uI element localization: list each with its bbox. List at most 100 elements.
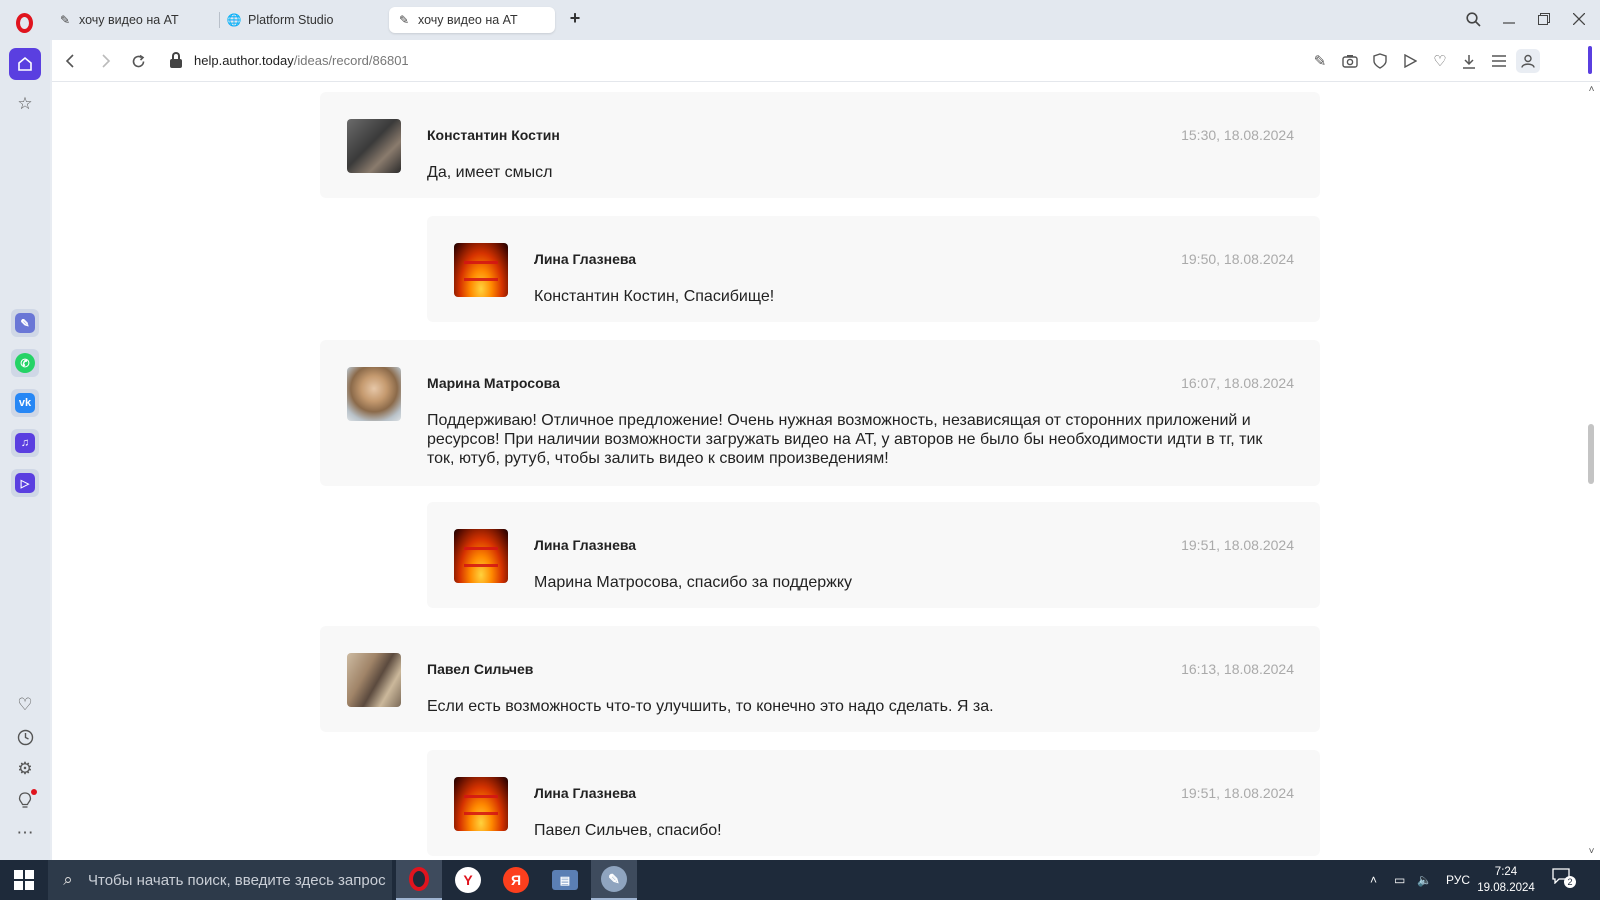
author-today-icon: ✎ — [59, 13, 71, 27]
sidebar-panel-indicator — [1588, 46, 1592, 74]
tips-lightbulb-icon[interactable] — [13, 789, 37, 813]
comment-date: 16:07, 18.08.2024 — [1181, 375, 1294, 391]
comment-author[interactable]: Павел Сильчев — [427, 661, 533, 677]
comment-card: Константин Костин 15:30, 18.08.2024 Да, … — [320, 92, 1320, 198]
comment-date: 19:51, 18.08.2024 — [1181, 785, 1294, 801]
author-today-icon: ✎ — [398, 13, 410, 27]
comment-author[interactable]: Константин Костин — [427, 127, 560, 143]
language-indicator[interactable]: РУС — [1446, 860, 1470, 900]
tab-3-active[interactable]: ✎ хочу видео на АТ — [389, 7, 555, 33]
windows-start-icon[interactable] — [0, 860, 48, 900]
comment-text: Константин Костин, Спасибище! — [534, 288, 775, 305]
profile-icon[interactable] — [1516, 49, 1540, 73]
url-field[interactable]: help.author.today/ideas/record/86801 — [194, 53, 409, 68]
browser-sidebar: ☆ ✎ ✆ vk ♫ ▷ ♡ ⚙ ⋯ — [0, 40, 50, 860]
heart-icon[interactable]: ♡ — [1428, 49, 1452, 73]
scroll-up-icon[interactable]: ˄ — [1586, 84, 1597, 95]
music-player-icon[interactable]: ♫ — [11, 429, 39, 457]
camera-icon[interactable] — [1338, 49, 1362, 73]
vpn-shield-icon[interactable] — [1368, 49, 1392, 73]
history-clock-icon[interactable] — [13, 725, 37, 749]
notification-count: 2 — [1564, 876, 1576, 888]
page-content: Константин Костин 15:30, 18.08.2024 Да, … — [52, 82, 1583, 860]
more-options-icon[interactable]: ⋯ — [13, 821, 37, 845]
paint-icon[interactable]: ✎ — [591, 860, 637, 900]
yandex-icon[interactable]: Я — [493, 860, 539, 900]
comment-text: Если есть возможность что-то улучшить, т… — [427, 698, 994, 715]
lock-icon[interactable] — [170, 52, 182, 68]
opera-logo-icon[interactable] — [12, 10, 37, 35]
avatar[interactable] — [347, 119, 401, 173]
search-icon: ⌕ — [63, 870, 73, 889]
back-icon[interactable] — [58, 49, 82, 73]
settings-gear-icon[interactable]: ⚙ — [13, 757, 37, 781]
comment-date: 19:50, 18.08.2024 — [1181, 251, 1294, 267]
clock-time: 7:24 — [1494, 866, 1518, 878]
taskbar-search-input[interactable]: ⌕ Чтобы начать поиск, введите здесь запр… — [48, 860, 392, 900]
avatar[interactable] — [454, 777, 508, 831]
comment-text: Павел Сильчев, спасибо! — [534, 822, 722, 839]
avatar[interactable] — [454, 243, 508, 297]
whatsapp-icon[interactable]: ✆ — [11, 349, 39, 377]
download-icon[interactable] — [1457, 49, 1481, 73]
page-scrollbar[interactable]: ˄ ˅ — [1583, 82, 1600, 860]
yandex-browser-icon[interactable]: Y — [445, 860, 491, 900]
notification-dot — [31, 789, 37, 795]
favorites-heart-icon[interactable]: ♡ — [13, 693, 37, 717]
clock-date: 19.08.2024 — [1477, 882, 1535, 894]
comment-author[interactable]: Марина Матросова — [427, 375, 560, 391]
close-window-icon[interactable] — [1564, 8, 1594, 30]
edit-page-icon[interactable]: ✎ — [1308, 49, 1332, 73]
new-tab-button[interactable]: + — [565, 9, 585, 29]
tab-1[interactable]: ✎ хочу видео на АТ — [50, 7, 216, 33]
reload-icon[interactable] — [126, 49, 150, 73]
comment-card: Павел Сильчев 16:13, 18.08.2024 Если ест… — [320, 626, 1320, 732]
address-bar: help.author.today/ideas/record/86801 ✎ ♡ — [52, 40, 1600, 82]
comment-date: 19:51, 18.08.2024 — [1181, 537, 1294, 553]
volume-icon[interactable]: 🔈 — [1417, 860, 1432, 900]
scrollbar-thumb[interactable] — [1588, 424, 1594, 484]
show-hidden-icons[interactable]: ˄ — [1370, 860, 1377, 900]
comment-text: Поддерживаю! Отличное предложение! Очень… — [427, 412, 1263, 467]
restore-icon[interactable] — [1529, 8, 1559, 30]
author-today-app-icon[interactable]: ✎ — [11, 309, 39, 337]
player-icon[interactable] — [1398, 49, 1422, 73]
tab-title: хочу видео на АТ — [418, 13, 518, 27]
video-player-icon[interactable]: ▷ — [11, 469, 39, 497]
search-tabs-icon[interactable] — [1458, 8, 1488, 30]
vk-icon[interactable]: vk — [11, 389, 39, 417]
url-host: help.author.today — [194, 53, 294, 68]
minimize-icon[interactable] — [1494, 8, 1524, 30]
taskbar-clock[interactable]: 7:24 19.08.2024 — [1474, 864, 1538, 896]
comment-date: 15:30, 18.08.2024 — [1181, 127, 1294, 143]
comment-author[interactable]: Лина Глазнева — [534, 537, 636, 553]
avatar[interactable] — [454, 529, 508, 583]
reply-card: Лина Глазнева 19:51, 18.08.2024 Марина М… — [427, 502, 1320, 608]
easy-setup-icon[interactable] — [1487, 49, 1511, 73]
opera-icon[interactable] — [396, 860, 442, 900]
comment-text: Да, имеет смысл — [427, 164, 553, 181]
tab-title: хочу видео на АТ — [79, 13, 179, 27]
url-path: /ideas/record/86801 — [293, 53, 409, 68]
scroll-down-icon[interactable]: ˅ — [1586, 846, 1597, 857]
comment-author[interactable]: Лина Глазнева — [534, 785, 636, 801]
tab-title: Platform Studio — [248, 13, 334, 27]
tab-2[interactable]: 🌐 Platform Studio — [219, 7, 385, 33]
search-placeholder: Чтобы начать поиск, введите здесь запрос — [88, 871, 386, 889]
notifications-icon[interactable]: 2 — [1552, 868, 1576, 892]
network-icon[interactable]: ▭ — [1394, 860, 1405, 900]
comment-author[interactable]: Лина Глазнева — [534, 251, 636, 267]
bookmarks-star-icon[interactable]: ☆ — [13, 92, 37, 116]
comment-card: Марина Матросова 16:07, 18.08.2024 Подде… — [320, 340, 1320, 486]
reply-card: Лина Глазнева 19:50, 18.08.2024 Констант… — [427, 216, 1320, 322]
avatar[interactable] — [347, 367, 401, 421]
windows-taskbar: ⌕ Чтобы начать поиск, введите здесь запр… — [0, 860, 1600, 900]
home-icon[interactable] — [9, 48, 41, 80]
comment-date: 16:13, 18.08.2024 — [1181, 661, 1294, 677]
reply-card: Лина Глазнева 19:51, 18.08.2024 Павел Си… — [427, 750, 1320, 856]
avatar[interactable] — [347, 653, 401, 707]
tab-strip: ✎ хочу видео на АТ 🌐 Platform Studio ✎ х… — [0, 0, 1600, 40]
comment-text: Марина Матросова, спасибо за поддержку — [534, 574, 853, 591]
computer-icon[interactable]: ▤ — [542, 860, 588, 900]
forward-icon[interactable] — [94, 49, 118, 73]
